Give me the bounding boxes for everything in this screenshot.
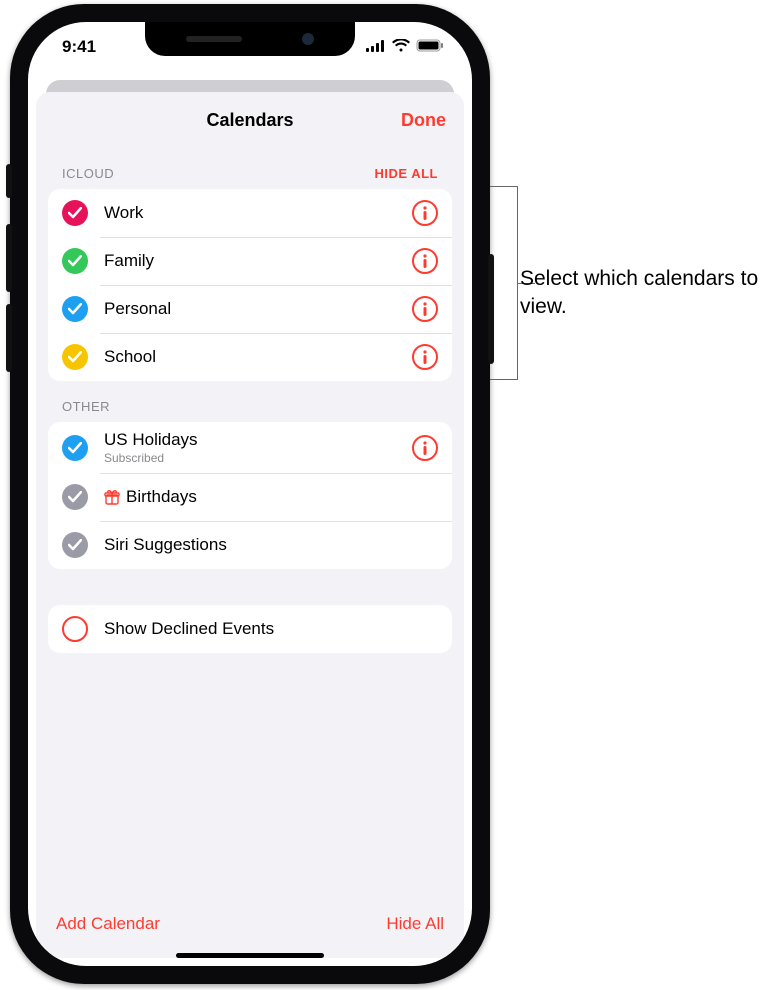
calendar-row-family[interactable]: Family (48, 237, 452, 285)
show-declined-row[interactable]: Show Declined Events (48, 605, 452, 653)
checkmark-icon (62, 532, 88, 558)
checkmark-icon (62, 200, 88, 226)
front-camera (302, 33, 314, 45)
hide-all-button[interactable]: Hide All (386, 914, 444, 934)
volume-down-button (6, 304, 12, 372)
page-title: Calendars (206, 110, 293, 131)
section-title-other: OTHER (62, 399, 110, 414)
info-button[interactable] (412, 435, 438, 461)
battery-icon (416, 37, 444, 57)
calendar-row-birthdays[interactable]: Birthdays (48, 473, 452, 521)
calendar-label: Siri Suggestions (104, 535, 438, 555)
silence-switch (6, 164, 12, 198)
calendar-row-us-holidays[interactable]: US Holidays Subscribed (48, 422, 452, 473)
declined-group: Show Declined Events (48, 605, 452, 653)
section-header-icloud: ICLOUD HIDE ALL (48, 148, 452, 189)
wifi-icon (392, 37, 410, 57)
status-right (366, 37, 444, 57)
checkmark-icon (62, 344, 88, 370)
info-button[interactable] (412, 344, 438, 370)
other-group: US Holidays Subscribed Birthdays (48, 422, 452, 569)
unchecked-circle-icon (62, 616, 88, 642)
calendar-row-school[interactable]: School (48, 333, 452, 381)
info-button[interactable] (412, 296, 438, 322)
calendar-label: Family (104, 251, 412, 271)
callout-text: Select which calendars to view. (520, 265, 766, 322)
calendar-label: US Holidays (104, 430, 412, 450)
icloud-group: Work Family Personal (48, 189, 452, 381)
checkmark-icon (62, 435, 88, 461)
checkmark-icon (62, 248, 88, 274)
done-button[interactable]: Done (401, 110, 446, 131)
info-button[interactable] (412, 248, 438, 274)
calendar-sublabel: Subscribed (104, 451, 412, 465)
section-title-icloud: ICLOUD (62, 166, 114, 181)
bottom-toolbar: Add Calendar Hide All (36, 900, 464, 948)
content-area: ICLOUD HIDE ALL Work Family (36, 148, 464, 958)
row-label: Show Declined Events (104, 619, 438, 639)
calendar-label: Birthdays (104, 487, 438, 507)
status-time: 9:41 (62, 37, 96, 57)
calendar-row-siri-suggestions[interactable]: Siri Suggestions (48, 521, 452, 569)
cellular-icon (366, 37, 386, 57)
checkmark-icon (62, 484, 88, 510)
calendar-label: Personal (104, 299, 412, 319)
volume-up-button (6, 224, 12, 292)
speaker-grille (186, 36, 242, 42)
calendar-label: Work (104, 203, 412, 223)
calendar-label: School (104, 347, 412, 367)
calendar-row-work[interactable]: Work (48, 189, 452, 237)
calendar-row-personal[interactable]: Personal (48, 285, 452, 333)
callout-bracket (490, 186, 518, 380)
notch (145, 22, 355, 56)
nav-bar: Calendars Done (36, 92, 464, 148)
home-indicator[interactable] (176, 953, 324, 958)
checkmark-icon (62, 296, 88, 322)
hide-all-icloud-button[interactable]: HIDE ALL (375, 166, 438, 181)
add-calendar-button[interactable]: Add Calendar (56, 914, 160, 934)
info-button[interactable] (412, 200, 438, 226)
gift-icon (104, 489, 120, 505)
screen: 9:41 Calendars Done ICLOUD HIDE ALL (28, 22, 472, 966)
iphone-frame: 9:41 Calendars Done ICLOUD HIDE ALL (10, 4, 490, 984)
calendars-sheet: Calendars Done ICLOUD HIDE ALL Work (36, 92, 464, 958)
section-header-other: OTHER (48, 381, 452, 422)
